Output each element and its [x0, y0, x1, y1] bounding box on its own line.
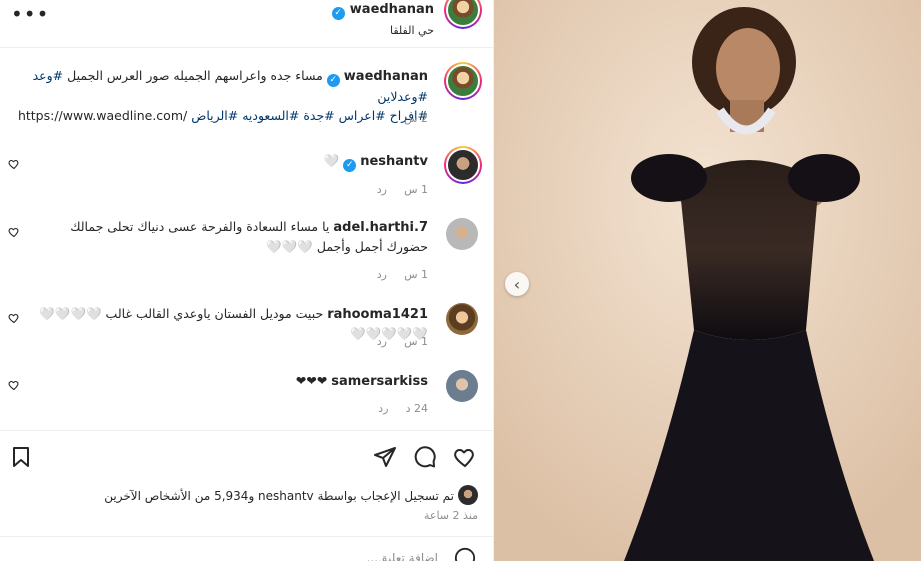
comment-username[interactable]: rahooma1421: [327, 307, 428, 322]
comment-body: samersarkiss ❤❤❤: [48, 371, 428, 391]
comment-body: neshantv ✓ 🤍: [48, 151, 428, 172]
post-actions-bar: تم تسجيل الإعجاب بواسطة neshantv و5,934 …: [0, 430, 493, 536]
likes-summary[interactable]: تم تسجيل الإعجاب بواسطة neshantv و5,934 …: [104, 489, 454, 503]
post-location[interactable]: حي الفلقا: [332, 24, 434, 37]
commenter-avatar[interactable]: [446, 218, 478, 250]
comment-like-heart-icon[interactable]: [8, 312, 20, 324]
comment-username[interactable]: neshantv: [360, 154, 428, 169]
add-comment-input[interactable]: إضافة تعليق...: [367, 551, 438, 561]
liker-avatar[interactable]: [458, 485, 478, 505]
comment-like-heart-icon[interactable]: [8, 226, 20, 238]
avatar-image: [446, 0, 480, 27]
comment-username[interactable]: samersarkiss: [331, 374, 428, 389]
caption-hashtags-2[interactable]: #افراح #اعراس #جدة #السعوديه #الرياض: [191, 108, 428, 123]
paper-plane-icon[interactable]: [373, 445, 397, 469]
author-username[interactable]: waedhanan: [350, 2, 434, 17]
comment-text: ❤❤❤: [295, 373, 328, 388]
commenter-avatar[interactable]: [446, 370, 478, 402]
avatar-image: [446, 370, 478, 402]
avatar-image: [446, 303, 478, 335]
commenter-avatar[interactable]: [446, 303, 478, 335]
comment-meta: 24 د رد: [378, 397, 428, 416]
author-avatar[interactable]: [444, 0, 482, 29]
comment-like-heart-icon[interactable]: [8, 379, 20, 391]
caption-text: مساء جده واعراسهم الجميله صور العرس الجم…: [67, 68, 323, 83]
speech-bubble-icon[interactable]: [413, 445, 437, 469]
reply-button[interactable]: رد: [377, 268, 387, 281]
commenter-avatar[interactable]: [444, 146, 482, 184]
comment-meta: 1 س رد: [377, 178, 428, 197]
reply-button[interactable]: رد: [378, 402, 388, 415]
comment-meta: 1 س رد: [377, 330, 428, 349]
comment-like-heart-icon[interactable]: [8, 158, 20, 170]
add-comment-bar: إضافة تعليق...: [0, 536, 493, 561]
comment-text: 🤍: [323, 153, 340, 168]
reply-button[interactable]: رد: [377, 335, 387, 348]
avatar-image: [458, 485, 478, 505]
avatar-image: [446, 218, 478, 250]
post-caption: waedhanan ✓ مساء جده واعراسهم الجميله صو…: [0, 62, 493, 132]
verified-badge-icon: ✓: [326, 74, 340, 87]
chevron-left-icon: ‹: [513, 274, 521, 294]
comment-meta: 1 س رد: [377, 263, 428, 282]
post-header: ••• ✓ waedhanan حي الفلقا: [0, 0, 493, 48]
comment-body: adel.harthi.7 يا مساء السعادة والفرحة عس…: [38, 217, 428, 256]
comment-time: 24 د: [405, 402, 428, 415]
reply-button[interactable]: رد: [377, 183, 387, 196]
verified-badge-icon: ✓: [343, 159, 357, 172]
post-time-ago: منذ 2 ساعة: [423, 509, 478, 522]
heart-icon[interactable]: [453, 445, 477, 469]
comment-time: 1 س: [404, 335, 428, 348]
post-image[interactable]: ‹: [494, 0, 921, 561]
verified-badge-icon: ✓: [331, 7, 345, 20]
emoji-icon[interactable]: [454, 547, 476, 561]
caption-username[interactable]: waedhanan: [344, 69, 428, 84]
more-options-button[interactable]: •••: [11, 2, 49, 26]
avatar-image: [446, 64, 480, 98]
comment-body: rahooma1421 حبيت موديل الفستان ياوعدي ال…: [28, 304, 428, 343]
comment-item: neshantv ✓ 🤍 1 س رد: [0, 146, 493, 202]
post-photo-illustration: [494, 0, 921, 561]
previous-image-button[interactable]: ‹: [505, 272, 529, 296]
post-details-panel: ••• ✓ waedhanan حي الفلقا waedhanan ✓ مس…: [0, 0, 494, 561]
caption-time: 2 س: [404, 112, 428, 125]
bookmark-icon[interactable]: [9, 445, 33, 469]
author-info: ✓ waedhanan حي الفلقا: [331, 0, 434, 37]
caption-avatar[interactable]: [444, 62, 482, 100]
comment-item: rahooma1421 حبيت موديل الفستان ياوعدي ال…: [0, 302, 493, 358]
comment-time: 1 س: [404, 183, 428, 196]
caption-url[interactable]: https://www.waedline.com/: [18, 108, 187, 123]
comment-time: 1 س: [404, 268, 428, 281]
caption-text-block: waedhanan ✓ مساء جده واعراسهم الجميله صو…: [8, 66, 428, 125]
avatar-image: [446, 148, 480, 182]
comment-username[interactable]: adel.harthi.7: [333, 220, 428, 235]
comment-item: samersarkiss ❤❤❤ 24 د رد: [0, 369, 493, 425]
comment-item: adel.harthi.7 يا مساء السعادة والفرحة عس…: [0, 216, 493, 288]
